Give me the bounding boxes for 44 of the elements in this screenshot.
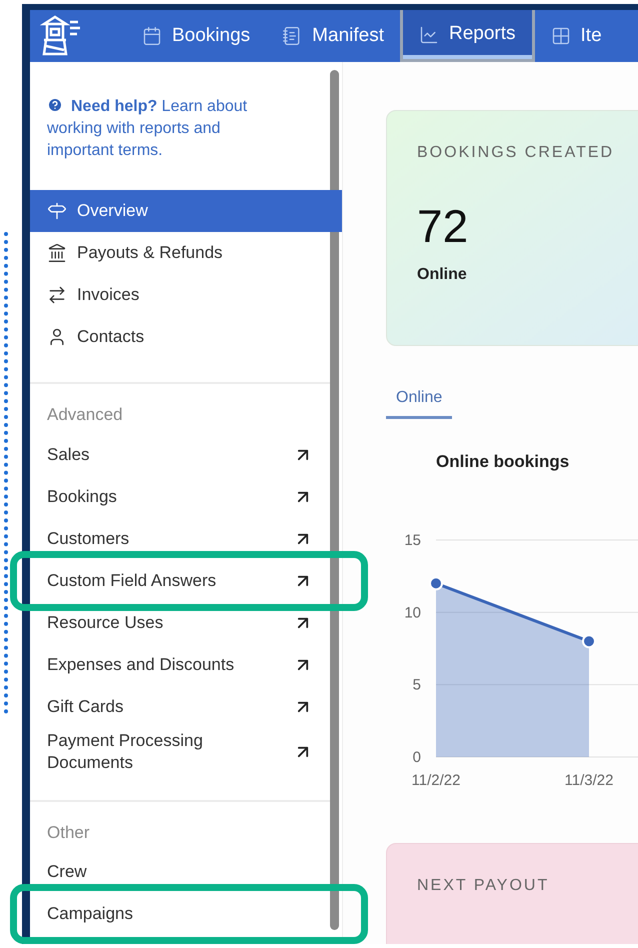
line-chart-icon — [418, 24, 439, 44]
report-link[interactable]: Payment Processing Documents — [30, 728, 330, 776]
report-link[interactable]: Custom Field Answers — [30, 560, 330, 602]
report-link[interactable]: Campaigns — [30, 893, 330, 935]
nav-tab[interactable]: Reports — [400, 10, 535, 62]
x-tick-label: 11/3/22 — [564, 772, 614, 789]
grid-icon — [550, 26, 571, 46]
report-link[interactable]: Gift Cards — [30, 686, 330, 728]
scrollbar[interactable] — [330, 70, 339, 930]
report-link[interactable]: Resource Uses — [30, 602, 330, 644]
bookings-count: 72 — [417, 203, 470, 249]
x-tick-label: 11/2/22 — [412, 772, 460, 789]
help-icon — [47, 97, 63, 113]
report-link[interactable]: Sales — [30, 434, 330, 476]
y-tick-label: 15 — [404, 532, 421, 549]
calendar-icon — [142, 26, 162, 46]
card-title: NEXT PAYOUT — [417, 877, 550, 894]
notebook-icon — [282, 26, 302, 46]
swap-arrows-icon — [47, 285, 67, 305]
card-caption: Online — [417, 265, 468, 285]
card-title: BOOKINGS CREATED — [417, 143, 616, 163]
nav-tab[interactable]: Ite — [534, 10, 618, 62]
sidebar-item[interactable]: Payouts & Refunds — [30, 232, 330, 274]
chart-title: Online bookings — [436, 452, 570, 471]
y-tick-label: 0 — [412, 749, 421, 766]
bank-icon — [47, 243, 67, 263]
data-point — [582, 634, 596, 648]
report-link[interactable]: Crew — [30, 851, 330, 893]
y-tick-label: 5 — [412, 676, 421, 694]
report-link[interactable]: Expenses and Discounts — [30, 644, 330, 686]
section-heading: Advanced — [46, 404, 124, 426]
sidebar-item[interactable]: Invoices — [30, 274, 330, 316]
report-link[interactable]: Bookings — [30, 476, 330, 518]
nav-tab[interactable]: Manifest — [266, 10, 400, 62]
sidebar-item[interactable]: Overview — [30, 190, 342, 232]
y-tick-label: 10 — [404, 604, 421, 622]
nav-tab[interactable]: Bookings — [126, 10, 266, 62]
help-text: Need help? Learn about working with reports and important terms. — [47, 96, 248, 161]
section-heading: Other — [46, 822, 91, 844]
data-point — [429, 576, 443, 590]
signpost-icon — [47, 201, 67, 221]
chart-tab[interactable]: Online — [386, 386, 452, 419]
report-link[interactable]: Customers — [30, 518, 330, 560]
sidebar-item[interactable]: Contacts — [30, 316, 330, 358]
